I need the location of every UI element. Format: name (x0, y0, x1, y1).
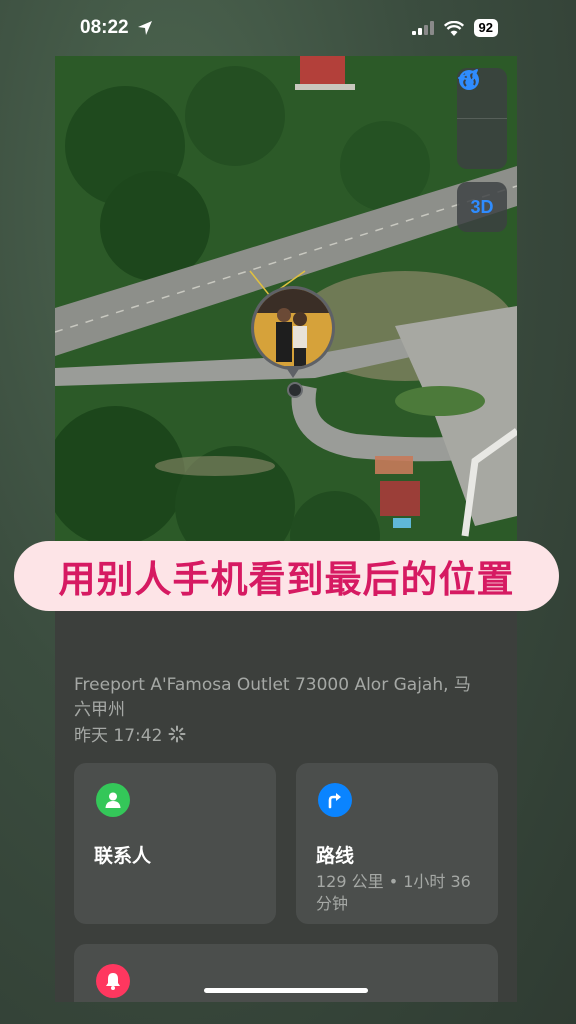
person-detail-sheet: Freeport A'Famosa Outlet 73000 Alor Gaja… (55, 601, 517, 1002)
directions-card-title: 路线 (316, 845, 355, 867)
pin-tail (285, 366, 301, 378)
map-controls (457, 68, 507, 169)
home-indicator[interactable] (204, 988, 368, 993)
location-arrow-icon (137, 21, 152, 35)
location-timestamp-row: 昨天 17:42 (74, 721, 186, 746)
bell-icon (96, 964, 130, 998)
cellular-signal-icon (411, 21, 434, 35)
directions-card-subtitle: 129 公里 • 1小时 36 分钟 (316, 872, 471, 913)
contacts-card[interactable]: 联系人 (74, 763, 276, 924)
pin-dot (287, 382, 303, 398)
3d-view-button[interactable]: 3D (457, 182, 507, 232)
find-my-screen: 3D Freeport A'Famosa Outlet 73000 Alor G… (55, 56, 517, 1002)
location-timestamp: 昨天 17:42 (74, 726, 163, 746)
directions-card[interactable]: 路线 129 公里 • 1小时 36 分钟 (296, 763, 498, 924)
person-icon (96, 783, 130, 817)
track-location-button[interactable] (457, 69, 507, 169)
caption-banner: 用别人手机看到最后的位置 (14, 541, 559, 611)
location-arrow-icon (458, 69, 478, 89)
satellite-map[interactable]: 3D (55, 56, 517, 601)
person-location-pin[interactable] (251, 286, 335, 398)
notifications-card[interactable]: 通知 (74, 944, 498, 1002)
status-bar: 08:22 92 (0, 0, 576, 56)
avatar (251, 286, 335, 370)
battery-indicator: 92 (473, 19, 498, 37)
loading-spinner-icon (168, 725, 186, 742)
wifi-icon (443, 20, 464, 36)
contacts-card-title: 联系人 (94, 845, 152, 867)
location-address: Freeport A'Famosa Outlet 73000 Alor Gaja… (74, 675, 471, 720)
status-time: 08:22 (80, 17, 129, 38)
turn-right-arrow-icon (318, 783, 352, 817)
